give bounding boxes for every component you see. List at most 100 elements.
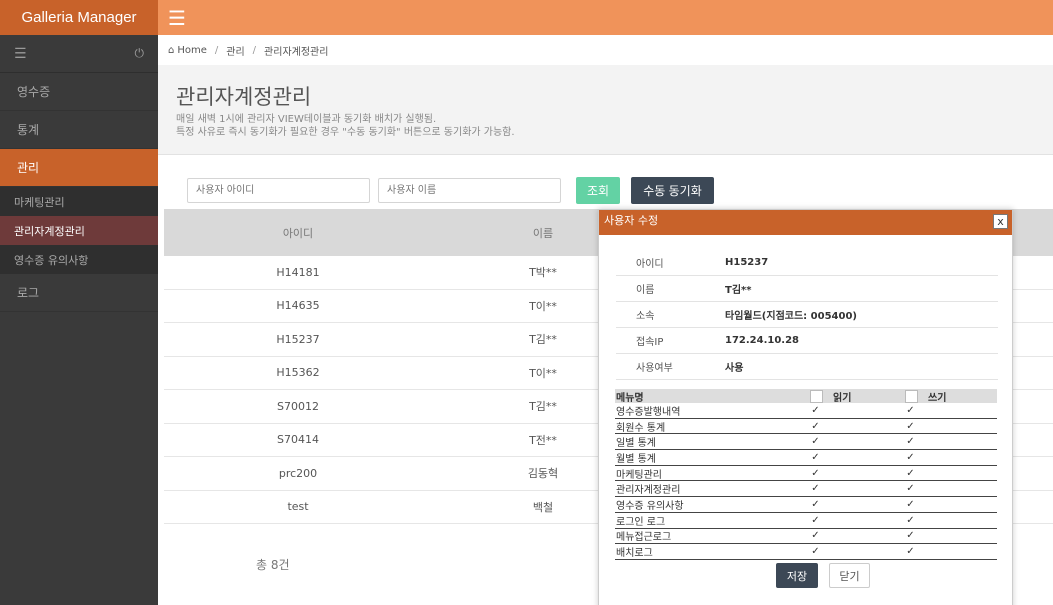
- write-checkbox[interactable]: ✓: [905, 405, 916, 416]
- top-bar: ☰: [158, 0, 1053, 35]
- sidebar-item-log[interactable]: 로그: [0, 274, 158, 312]
- sidebar-item-label: 영수증 유의사항: [14, 253, 89, 267]
- info-label: 접속IP: [636, 337, 664, 348]
- permission-row: 관리자계정관리 ✓ ✓: [615, 481, 997, 498]
- perm-read-cell: ✓: [810, 515, 905, 526]
- manual-sync-button[interactable]: 수동 동기화: [631, 177, 714, 204]
- column-header-id: 아이디: [282, 226, 314, 240]
- read-checkbox[interactable]: ✓: [810, 483, 821, 494]
- perm-read-cell: ✓: [810, 421, 905, 432]
- perm-write-cell: ✓: [905, 483, 997, 494]
- read-checkbox[interactable]: ✓: [810, 452, 821, 463]
- sidebar-item-label: 통계: [17, 123, 40, 137]
- permission-row: 메뉴접근로그 ✓ ✓: [615, 529, 997, 545]
- close-button[interactable]: 닫기: [829, 563, 870, 588]
- info-row: 소속 타임월드(지점코드: 005400): [616, 302, 998, 328]
- save-button[interactable]: 저장: [776, 563, 818, 588]
- power-icon[interactable]: ⏻: [135, 46, 145, 61]
- perm-write-cell: ✓: [905, 546, 997, 557]
- read-checkbox[interactable]: ✓: [810, 546, 821, 557]
- home-icon[interactable]: ⌂: [168, 45, 174, 56]
- read-all-checkbox[interactable]: [810, 389, 823, 403]
- permission-row: 배치로그 ✓ ✓: [615, 544, 997, 560]
- write-all-checkbox[interactable]: [905, 389, 918, 403]
- info-row: 아이디 H15237: [616, 250, 998, 276]
- sidebar-item-management[interactable]: 관리: [0, 149, 158, 187]
- perm-write-cell: ✓: [905, 421, 997, 432]
- read-checkbox[interactable]: ✓: [810, 436, 821, 447]
- breadcrumb-separator: /: [214, 44, 219, 56]
- read-checkbox[interactable]: ✓: [810, 499, 821, 510]
- info-label: 사용여부: [636, 363, 673, 374]
- breadcrumb-home[interactable]: Home: [177, 45, 207, 56]
- perm-write-cell: ✓: [905, 452, 997, 463]
- write-checkbox[interactable]: ✓: [905, 483, 916, 494]
- perm-menu-name: 배치로그: [616, 548, 653, 560]
- write-checkbox[interactable]: ✓: [905, 421, 916, 432]
- permission-header: 메뉴명 읽기 쓰기: [615, 389, 997, 404]
- sidebar-item-label: 로그: [17, 286, 40, 300]
- sidebar-subitem-marketing[interactable]: 마케팅관리: [0, 187, 158, 216]
- sidebar-item-label: 마케팅관리: [14, 195, 65, 209]
- perm-menu-name: 마케팅관리: [616, 469, 662, 481]
- read-checkbox[interactable]: ✓: [810, 421, 821, 432]
- write-checkbox[interactable]: ✓: [905, 499, 916, 510]
- info-value: T김**: [725, 285, 752, 296]
- user-id-input[interactable]: [187, 178, 370, 203]
- write-checkbox[interactable]: ✓: [905, 546, 916, 557]
- read-checkbox[interactable]: ✓: [810, 530, 821, 541]
- cell-id: H14635: [276, 299, 320, 313]
- info-label: 이름: [636, 285, 655, 296]
- perm-read-cell: ✓: [810, 499, 905, 510]
- perm-read-cell: ✓: [810, 483, 905, 494]
- permission-table: 메뉴명 읽기 쓰기 영수증발행내역 ✓ ✓ 회원수 통계 ✓ ✓ 일별 통계 ✓ ✓ 월별 통계 ✓…: [615, 389, 997, 560]
- info-label: 아이디: [636, 259, 664, 270]
- perm-menu-name: 영수증 유의사항: [616, 500, 684, 512]
- list-icon[interactable]: ☰: [14, 47, 27, 61]
- write-checkbox[interactable]: ✓: [905, 515, 916, 526]
- modal-header: 사용자 수정 x: [599, 210, 1012, 235]
- write-checkbox[interactable]: ✓: [905, 452, 916, 463]
- perm-write-cell: ✓: [905, 436, 997, 447]
- info-value: 172.24.10.28: [725, 335, 800, 346]
- sidebar-item-receipt[interactable]: 영수증: [0, 73, 158, 111]
- read-checkbox[interactable]: ✓: [810, 468, 821, 479]
- info-row: 사용여부 사용: [616, 354, 998, 380]
- user-name-input[interactable]: [378, 178, 561, 203]
- perm-read-cell: ✓: [810, 546, 905, 557]
- breadcrumb-current: 관리자계정관리: [264, 46, 329, 58]
- perm-write-cell: ✓: [905, 405, 997, 416]
- permission-row: 영수증발행내역 ✓ ✓: [615, 403, 997, 419]
- brand-logo[interactable]: Galleria Manager: [0, 0, 158, 35]
- permission-row: 일별 통계 ✓ ✓: [615, 434, 997, 451]
- sidebar-item-stats[interactable]: 통계: [0, 111, 158, 149]
- perm-menu-name: 메뉴접근로그: [616, 532, 672, 544]
- sidebar-item-label: 영수증: [17, 85, 51, 99]
- sidebar-item-label: 관리자계정관리: [14, 224, 85, 238]
- page-header: 관리자계정관리 매일 새벽 1시에 관리자 VIEW테이블과 동기화 배치가 실…: [158, 65, 1053, 155]
- cell-id: S70012: [277, 399, 319, 413]
- permission-row: 회원수 통계 ✓ ✓: [615, 419, 997, 435]
- sidebar-subitem-admin-accounts[interactable]: 관리자계정관리: [0, 216, 158, 245]
- permission-rows: 영수증발행내역 ✓ ✓ 회원수 통계 ✓ ✓ 일별 통계 ✓ ✓ 월별 통계 ✓ ✓ 마케팅관리 ✓ ✓ 관리…: [615, 403, 997, 560]
- modal-close-button[interactable]: x: [993, 214, 1008, 229]
- perm-header-read-cell: 읽기: [810, 389, 905, 404]
- read-checkbox[interactable]: ✓: [810, 405, 821, 416]
- perm-read-cell: ✓: [810, 452, 905, 463]
- perm-read-cell: ✓: [810, 530, 905, 541]
- info-row: 이름 T김**: [616, 276, 998, 302]
- breadcrumb-level1[interactable]: 관리: [226, 43, 244, 58]
- perm-header-menu: 메뉴명: [616, 392, 644, 404]
- read-checkbox[interactable]: ✓: [810, 515, 821, 526]
- menu-toggle-icon[interactable]: ☰: [168, 8, 186, 28]
- search-button[interactable]: 조회: [576, 177, 620, 204]
- cell-id: test: [287, 500, 309, 514]
- permission-row: 월별 통계 ✓ ✓: [615, 450, 997, 466]
- cell-id: S70414: [277, 433, 319, 447]
- write-checkbox[interactable]: ✓: [905, 530, 916, 541]
- perm-menu-name: 로그인 로그: [616, 516, 666, 528]
- sidebar-subitem-receipt-notes[interactable]: 영수증 유의사항: [0, 245, 158, 274]
- sidebar-toolbar: ☰ ⏻: [0, 35, 158, 73]
- write-checkbox[interactable]: ✓: [905, 436, 916, 447]
- write-checkbox[interactable]: ✓: [905, 468, 916, 479]
